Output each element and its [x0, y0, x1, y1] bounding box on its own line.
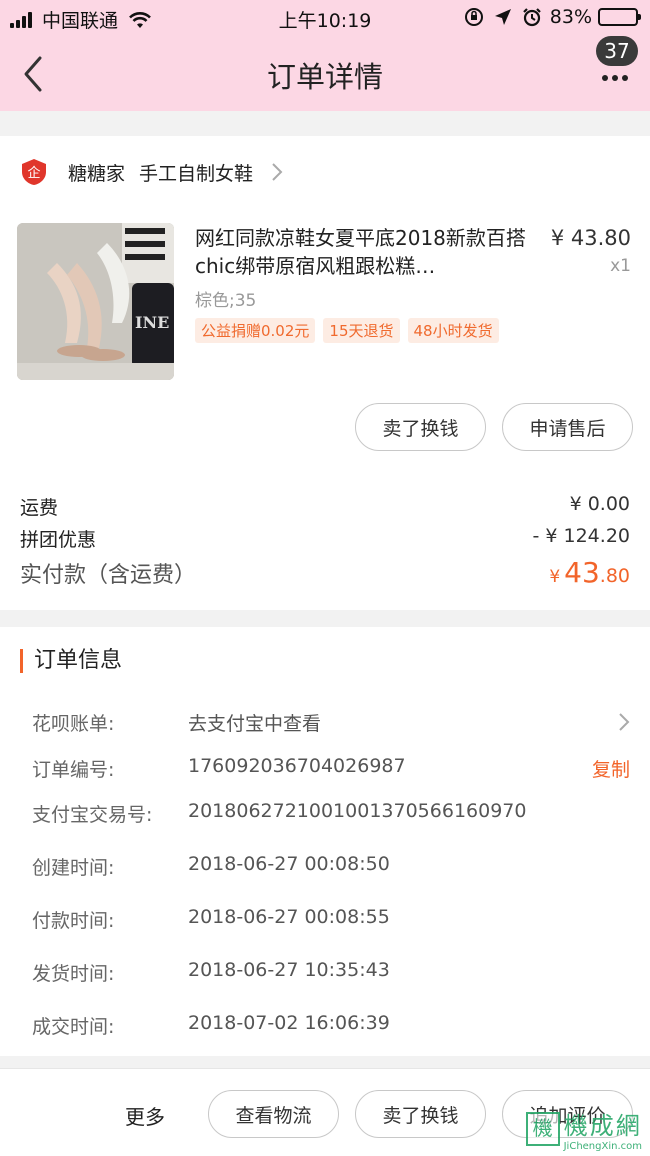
bottom-action-bar: 更多 查看物流 卖了换钱 追加评价 機 機成網 JiChengXin.com [0, 1068, 650, 1156]
shipped-time-row: 发货时间: 2018-06-27 10:35:43 [32, 959, 630, 986]
sell-button-bottom[interactable]: 卖了换钱 [355, 1090, 486, 1138]
order-info-title: 订单信息 [20, 649, 122, 673]
more-button[interactable]: 更多 [125, 1101, 165, 1130]
product-quantity: x1 [610, 256, 631, 276]
product-price: ¥ 43.80 [550, 226, 631, 250]
info-value: 2018-06-27 10:35:43 [188, 959, 390, 981]
alarm-icon [522, 8, 541, 27]
location-icon [494, 9, 511, 25]
deal-time-row: 成交时间: 2018-07-02 16:06:39 [32, 1012, 630, 1039]
info-label: 付款时间: [32, 910, 115, 932]
shop-badge-icon: 企 [22, 159, 46, 185]
more-dots-icon[interactable] [598, 66, 628, 85]
service-tags: 公益捐赠0.02元 15天退货 48小时发货 [195, 318, 507, 343]
battery-percent: 83% [549, 6, 592, 28]
created-time-row: 创建时间: 2018-06-27 00:08:50 [32, 853, 630, 880]
info-label: 创建时间: [32, 857, 115, 879]
site-watermark: 機 機成網 JiChengXin.com [525, 1106, 642, 1152]
order-number: 176092036704026987 [188, 755, 406, 777]
paid-amount-row: 实付款（含运费） ¥43.80 [20, 556, 630, 589]
battery-icon [598, 8, 641, 26]
order-item-card: 企 糖糖家 手工自制女鞋 INE 网红同款凉鞋女夏平底2018新款百搭chic绑… [0, 136, 650, 610]
info-label: 支付宝交易号: [32, 804, 153, 826]
message-count-badge[interactable]: 37 [596, 36, 638, 66]
after-sale-button[interactable]: 申请售后 [502, 403, 633, 451]
info-value: 2018-07-02 16:06:39 [188, 1012, 390, 1034]
info-label: 发货时间: [32, 963, 115, 985]
paid-integer: 43 [564, 556, 600, 589]
watermark-text: 機成網 JiChengXin.com [564, 1106, 642, 1152]
chevron-right-icon [272, 163, 283, 181]
info-label: 花呗账单: [32, 713, 115, 735]
status-bar: 中国联通 上午10:19 83% [0, 0, 650, 36]
order-number-row: 订单编号: 176092036704026987 复制 [32, 755, 630, 782]
info-value: 去支付宝中查看 [188, 713, 322, 735]
status-right: 83% [464, 6, 641, 28]
orientation-lock-icon [464, 8, 483, 26]
tag-shipping: 48小时发货 [407, 318, 499, 343]
paid-amount: ¥43.80 [549, 556, 630, 589]
order-info-card: 订单信息 花呗账单: 去支付宝中查看 订单编号: 176092036704026… [0, 627, 650, 1056]
watermark-logo: 機 [525, 1112, 560, 1146]
info-value: 2018-06-27 00:08:50 [188, 853, 390, 875]
group-discount-row: 拼团优惠 - ¥ 124.20 [20, 525, 630, 552]
paid-amount-label: 实付款（含运费） [20, 563, 197, 588]
shipping-fee-row: 运费 ¥ 0.00 [20, 493, 630, 520]
alipay-trade-number: 2018062721001001370566160970 [188, 800, 527, 822]
product-image[interactable]: INE [17, 223, 174, 380]
page-title: 订单详情 [266, 60, 383, 94]
shop-name: 糖糖家 [68, 162, 126, 185]
shipping-fee-value: ¥ 0.00 [569, 493, 630, 515]
product-title[interactable]: 网红同款凉鞋女夏平底2018新款百搭chic绑带原宿风粗跟松糕… [195, 224, 530, 280]
shop-subtitle: 手工自制女鞋 [139, 162, 254, 185]
watermark-en: JiChengXin.com [563, 1141, 642, 1152]
paid-time-row: 付款时间: 2018-06-27 00:08:55 [32, 906, 630, 933]
paid-decimal: .80 [599, 565, 630, 587]
huabei-row[interactable]: 花呗账单: 去支付宝中查看 [32, 709, 630, 736]
product-sku: 棕色;35 [195, 291, 257, 311]
nav-bar: 订单详情 37 [0, 36, 650, 111]
paid-currency: ¥ [549, 567, 561, 587]
shipping-fee-label: 运费 [20, 497, 59, 519]
alipay-trade-row: 支付宝交易号: 2018062721001001370566160970 [32, 800, 630, 827]
view-logistics-button[interactable]: 查看物流 [208, 1090, 339, 1138]
shop-badge-text: 企 [27, 165, 40, 181]
copy-button[interactable]: 复制 [592, 755, 630, 782]
chevron-right-icon [619, 713, 630, 731]
info-label: 订单编号: [32, 759, 115, 781]
info-value: 2018-06-27 00:08:55 [188, 906, 390, 928]
sell-button[interactable]: 卖了换钱 [355, 403, 486, 451]
tag-return: 15天退货 [323, 318, 400, 343]
product-photo-illustration: INE [17, 223, 174, 380]
watermark-cn: 機成網 [563, 1112, 642, 1140]
group-discount-label: 拼团优惠 [20, 529, 97, 551]
tag-charity: 公益捐赠0.02元 [195, 318, 316, 343]
info-label: 成交时间: [32, 1016, 115, 1038]
shop-row[interactable]: 企 糖糖家 手工自制女鞋 [20, 158, 283, 186]
group-discount-value: - ¥ 124.20 [532, 525, 630, 547]
product-image-text: INE [135, 313, 169, 332]
